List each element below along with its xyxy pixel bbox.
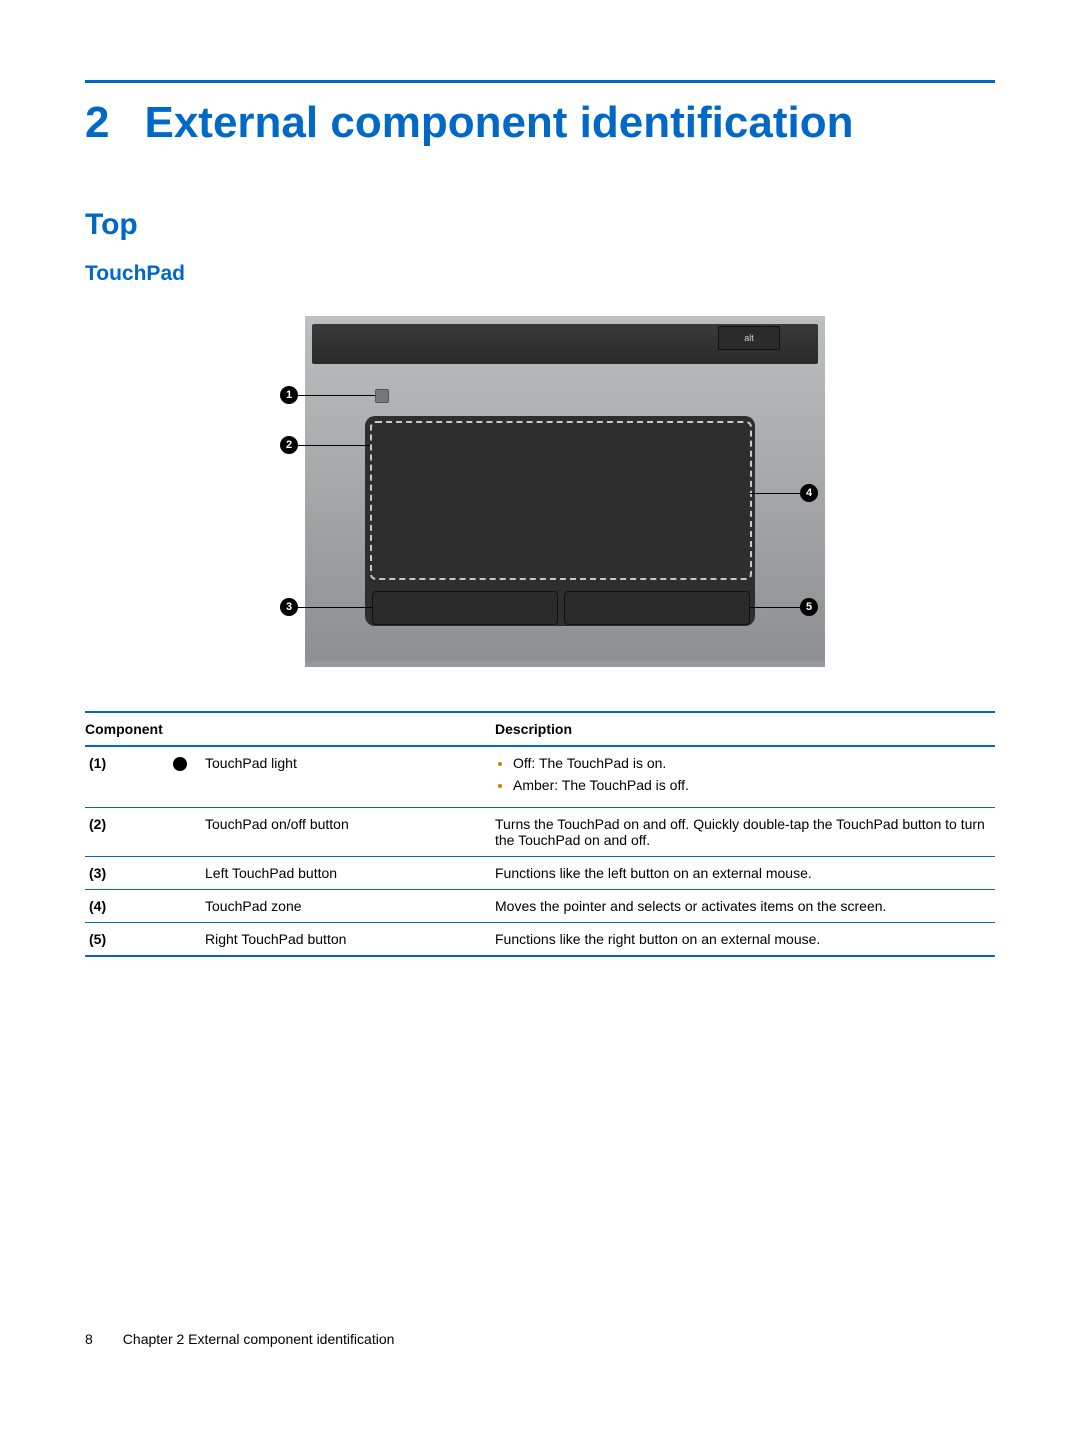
section-title: Top (85, 208, 995, 242)
diagram-left-button (372, 591, 558, 625)
table-row: (5) Right TouchPad button Functions like… (85, 922, 995, 955)
col-component: Component (85, 721, 495, 737)
chapter-heading: 2 External component identification (85, 98, 995, 148)
callout-3: 3 (280, 598, 298, 616)
touchpad-light-icon (173, 757, 187, 771)
alt-key-label: alt (718, 326, 780, 350)
table-row: (2) TouchPad on/off button Turns the Tou… (85, 807, 995, 856)
table-row: (3) Left TouchPad button Functions like … (85, 856, 995, 889)
table-row: (4) TouchPad zone Moves the pointer and … (85, 889, 995, 922)
chapter-number: 2 (85, 98, 109, 148)
footer-text: Chapter 2 External component identificat… (123, 1331, 395, 1347)
diagram-touchpad-light (375, 389, 389, 403)
diagram-right-button (564, 591, 750, 625)
col-description: Description (495, 721, 995, 737)
page-footer: 8 Chapter 2 External component identific… (85, 1331, 394, 1347)
callout-1: 1 (280, 386, 298, 404)
subsection-title: TouchPad (85, 262, 995, 286)
component-table: Component Description (1) TouchPad light… (85, 711, 995, 957)
touchpad-diagram: alt 1 2 3 4 5 (250, 316, 830, 676)
callout-5: 5 (800, 598, 818, 616)
chapter-title: External component identification (144, 98, 853, 148)
page-number: 8 (85, 1331, 93, 1347)
table-row: (1) TouchPad light Off: The TouchPad is … (85, 746, 995, 807)
callout-2: 2 (280, 436, 298, 454)
callout-4: 4 (800, 484, 818, 502)
